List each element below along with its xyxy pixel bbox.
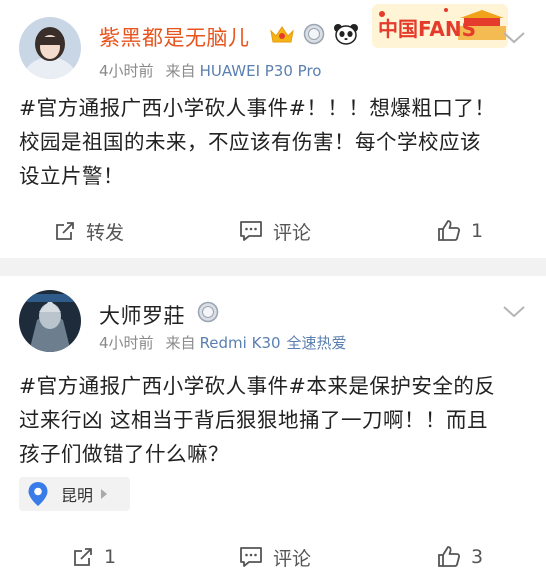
- post-card: 紫黑都是无脑儿 中国FANS 4小时前 来自 HUAWEI P30 Pro #官…: [0, 0, 546, 258]
- post-card: 大师罗莊 4小时前 来自 Redmi K30 全速热爱 #官方通报广西小学砍人事件#本…: [0, 276, 546, 584]
- source-label: 来自: [165, 62, 196, 80]
- comment-button[interactable]: 评论: [239, 211, 311, 251]
- post-content[interactable]: #官方通报广西小学砍人事件#本来是保护安全的反 过来行凶 这相当于背后狠狠地捅了…: [19, 369, 532, 471]
- avatar[interactable]: [19, 290, 81, 352]
- username[interactable]: 紫黑都是无脑儿: [99, 22, 250, 52]
- china-fans-badge[interactable]: 中国FANS: [372, 4, 508, 48]
- repost-count: 1: [104, 546, 117, 568]
- repost-icon: [56, 222, 74, 240]
- content-line: #官方通报广西小学砍人事件#本来是保护安全的反: [19, 374, 496, 398]
- like-icon: [438, 220, 461, 241]
- user-badges: [269, 23, 359, 49]
- action-bar: 转发 评论 1: [0, 211, 546, 251]
- comment-label: 评论: [273, 547, 312, 570]
- chevron-down-icon[interactable]: [502, 305, 526, 319]
- content-line: 孩子们做错了什么嘛？: [19, 442, 229, 466]
- chevron-right-icon: [101, 489, 108, 499]
- content-line: 校园是祖国的未来，不应该有伤害！每个学校应该: [19, 130, 481, 154]
- panda-icon[interactable]: [333, 23, 359, 49]
- silver-medal-icon[interactable]: [303, 23, 325, 49]
- post-content[interactable]: #官方通报广西小学砍人事件#！！！想爆粗口了！ 校园是祖国的未来，不应该有伤害！…: [19, 91, 532, 193]
- post-meta: 4小时前 来自 HUAWEI P30 Pro: [99, 60, 321, 81]
- comment-icon: [240, 221, 262, 241]
- source-extra[interactable]: 全速热爱: [287, 334, 347, 352]
- user-badges: [197, 301, 219, 327]
- like-button[interactable]: 1: [437, 211, 483, 251]
- silver-medal-icon[interactable]: [197, 301, 219, 327]
- source-label: 来自: [165, 334, 196, 352]
- source-device[interactable]: HUAWEI P30 Pro: [200, 62, 322, 80]
- content-line: #官方通报广西小学砍人事件#！！！想爆粗口了！: [19, 96, 496, 120]
- chevron-down-icon[interactable]: [502, 31, 526, 45]
- like-icon: [438, 546, 461, 567]
- location-tag[interactable]: 昆明: [19, 477, 130, 511]
- location-pin-icon: [28, 482, 48, 506]
- username[interactable]: 大师罗莊: [99, 300, 185, 330]
- fans-badge-label: 中国FANS: [378, 17, 476, 41]
- like-button[interactable]: 3: [437, 537, 483, 577]
- content-line: 过来行凶 这相当于背后狠狠地捅了一刀啊！！而且: [19, 408, 489, 432]
- comment-icon: [240, 547, 262, 567]
- location-label: 昆明: [61, 486, 94, 505]
- post-meta: 4小时前 来自 Redmi K30 全速热爱: [99, 332, 347, 353]
- content-line: 设立片警！: [19, 164, 124, 188]
- like-count: 3: [471, 546, 484, 568]
- like-count: 1: [471, 220, 484, 242]
- comment-label: 评论: [273, 221, 312, 244]
- action-bar: 1 评论 3: [0, 537, 546, 577]
- repost-label: 转发: [86, 221, 125, 244]
- comment-button[interactable]: 评论: [239, 537, 311, 577]
- repost-button[interactable]: 转发: [54, 211, 124, 251]
- post-time: 4小时前: [99, 334, 154, 352]
- post-time: 4小时前: [99, 62, 154, 80]
- repost-icon: [74, 548, 92, 566]
- source-device[interactable]: Redmi K30: [200, 334, 281, 352]
- repost-button[interactable]: 1: [72, 537, 116, 577]
- avatar[interactable]: [19, 17, 81, 79]
- crown-icon[interactable]: [269, 23, 295, 49]
